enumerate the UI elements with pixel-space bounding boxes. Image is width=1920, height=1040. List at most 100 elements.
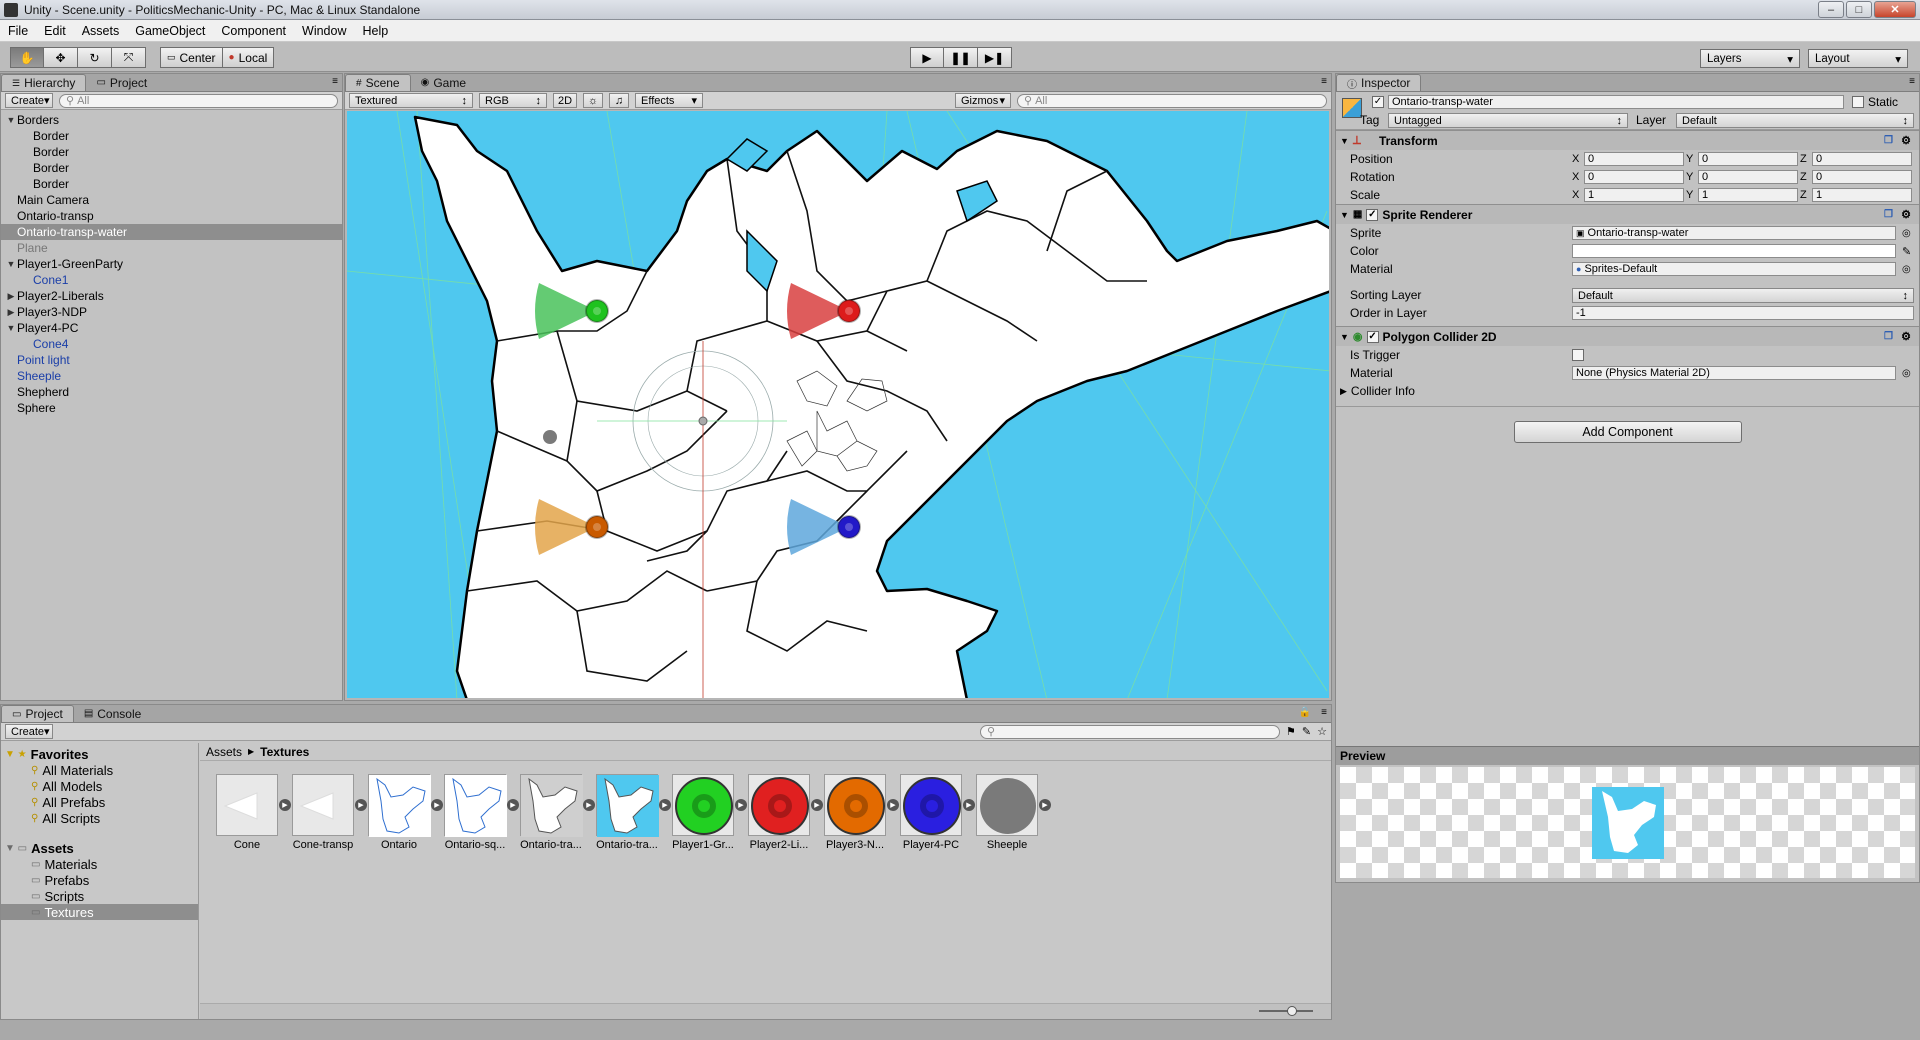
asset-item[interactable]: ▶ Player1-Gr...: [668, 774, 747, 851]
hierarchy-item[interactable]: Ontario-transp-water: [1, 224, 342, 240]
sorting-layer-dropdown[interactable]: Default ↕: [1572, 288, 1914, 303]
sprite-renderer-header[interactable]: ▼ ▦ ✓ Sprite Renderer ❐ ⚙: [1336, 204, 1919, 224]
static-checkbox[interactable]: [1852, 96, 1864, 108]
hierarchy-item[interactable]: Border: [1, 128, 342, 144]
asset-item[interactable]: ▶ Ontario: [364, 774, 443, 851]
panel-menu-icon[interactable]: ≡: [1909, 76, 1915, 87]
asset-item[interactable]: ▶ Player3-N...: [820, 774, 899, 851]
tab-console[interactable]: ▤ Console: [74, 705, 151, 722]
tab-project[interactable]: ▭ Project: [1, 705, 74, 722]
menu-gameobject[interactable]: GameObject: [127, 24, 213, 38]
add-component-button[interactable]: Add Component: [1513, 421, 1742, 443]
menu-edit[interactable]: Edit: [36, 24, 74, 38]
hierarchy-item[interactable]: ▼ Player4-PC: [1, 320, 342, 336]
thumbnail-size-slider[interactable]: [1259, 1006, 1313, 1016]
play-button[interactable]: ▶: [910, 47, 944, 68]
transform-z-field[interactable]: 1: [1812, 188, 1912, 202]
hand-tool-button[interactable]: ✋: [10, 47, 44, 68]
transform-y-field[interactable]: 1: [1698, 188, 1798, 202]
effects-dropdown[interactable]: Effects ▾: [635, 93, 703, 108]
color-swatch[interactable]: [1572, 244, 1896, 258]
transform-x-field[interactable]: 0: [1584, 152, 1684, 166]
breadcrumb-assets[interactable]: Assets: [206, 745, 242, 759]
minimize-button[interactable]: –: [1818, 1, 1844, 18]
material-field[interactable]: ● Sprites-Default: [1572, 262, 1896, 276]
sprite-field[interactable]: ▣ Ontario-transp-water: [1572, 226, 1896, 240]
active-checkbox[interactable]: ✓: [1372, 96, 1384, 108]
hierarchy-item[interactable]: Shepherd: [1, 384, 342, 400]
hierarchy-search-input[interactable]: ⚲ All: [59, 93, 338, 108]
fold-arrow-icon[interactable]: ▶: [5, 291, 17, 302]
object-name-field[interactable]: Ontario-transp-water: [1388, 95, 1844, 109]
collider-info-foldout[interactable]: ▶ Collider Info: [1336, 382, 1919, 400]
favorite-star-icon[interactable]: ☆: [1317, 725, 1327, 738]
favorites-folder[interactable]: ▼ ★ Favorites: [1, 746, 198, 762]
assets-folder[interactable]: ▼ ▭ Assets: [1, 840, 198, 856]
order-in-layer-field[interactable]: -1: [1572, 306, 1914, 320]
step-button[interactable]: ▶❚: [978, 47, 1012, 68]
project-folder-item[interactable]: ▭ Scripts: [1, 888, 198, 904]
mode-2d-toggle[interactable]: 2D: [553, 93, 577, 108]
asset-item[interactable]: ▶ Player4-PC: [896, 774, 975, 851]
hierarchy-item[interactable]: Border: [1, 144, 342, 160]
help-icon[interactable]: ❐: [1884, 209, 1893, 220]
pivot-space-button[interactable]: ● Local: [222, 47, 275, 68]
transform-x-field[interactable]: 1: [1584, 188, 1684, 202]
project-folder-item[interactable]: ▭ Materials: [1, 856, 198, 872]
fold-arrow-icon[interactable]: ▶: [5, 307, 17, 318]
hierarchy-item[interactable]: ▼ Borders: [1, 112, 342, 128]
tab-game[interactable]: ◉ Game: [411, 74, 476, 91]
rotate-tool-button[interactable]: ↻: [78, 47, 112, 68]
favorite-search-item[interactable]: ⚲ All Models: [1, 778, 198, 794]
project-create-dropdown[interactable]: Create ▾: [5, 724, 53, 739]
pivot-gizmo[interactable]: [698, 416, 708, 426]
expand-sprite-icon[interactable]: ▶: [1039, 799, 1051, 811]
hierarchy-item[interactable]: Sphere: [1, 400, 342, 416]
sheeple-marker[interactable]: [543, 430, 557, 444]
pivot-center-button[interactable]: ▭ Center: [160, 47, 223, 68]
slider-handle[interactable]: [1287, 1006, 1297, 1016]
menu-window[interactable]: Window: [294, 24, 354, 38]
asset-item[interactable]: ▶ Ontario-tra...: [592, 774, 671, 851]
close-button[interactable]: ✕: [1874, 1, 1916, 18]
hierarchy-item[interactable]: Point light: [1, 352, 342, 368]
help-icon[interactable]: ❐: [1884, 331, 1893, 342]
hierarchy-item[interactable]: Cone1: [1, 272, 342, 288]
tab-project-top[interactable]: ▭ Project: [86, 74, 157, 91]
hierarchy-item[interactable]: Ontario-transp: [1, 208, 342, 224]
hierarchy-item[interactable]: Border: [1, 176, 342, 192]
scene-viewport[interactable]: [347, 111, 1329, 698]
fold-arrow-icon[interactable]: ▼: [5, 259, 17, 269]
scale-tool-button[interactable]: ⤧: [112, 47, 146, 68]
polygon-collider-header[interactable]: ▼ ◉ ✓ Polygon Collider 2D ❐ ⚙: [1336, 326, 1919, 346]
layers-dropdown[interactable]: Layers ▾: [1700, 49, 1800, 68]
object-picker-icon[interactable]: ◎: [1902, 264, 1911, 275]
gear-icon[interactable]: ⚙: [1901, 134, 1911, 147]
transform-x-field[interactable]: 0: [1584, 170, 1684, 184]
panel-menu-icon[interactable]: ≡: [1321, 76, 1327, 87]
hierarchy-item[interactable]: Border: [1, 160, 342, 176]
hierarchy-create-dropdown[interactable]: Create ▾: [5, 93, 53, 108]
hierarchy-item[interactable]: ▼ Player1-GreenParty: [1, 256, 342, 272]
transform-y-field[interactable]: 0: [1698, 152, 1798, 166]
fold-arrow-icon[interactable]: ▼: [5, 115, 17, 125]
menu-assets[interactable]: Assets: [74, 24, 128, 38]
fold-arrow-icon[interactable]: ▼: [5, 323, 17, 333]
gear-icon[interactable]: ⚙: [1901, 330, 1911, 343]
favorite-search-item[interactable]: ⚲ All Prefabs: [1, 794, 198, 810]
hierarchy-item[interactable]: ▶ Player3-NDP: [1, 304, 342, 320]
layout-dropdown[interactable]: Layout ▾: [1808, 49, 1908, 68]
breadcrumb-textures[interactable]: Textures: [260, 745, 309, 759]
menu-file[interactable]: File: [0, 24, 36, 38]
hierarchy-item[interactable]: ▶ Player2-Liberals: [1, 288, 342, 304]
panel-menu-icon[interactable]: ≡: [1321, 707, 1327, 718]
pause-button[interactable]: ❚❚: [944, 47, 978, 68]
object-picker-icon[interactable]: ◎: [1902, 368, 1911, 379]
project-search-input[interactable]: ⚲: [980, 724, 1281, 739]
transform-z-field[interactable]: 0: [1812, 170, 1912, 184]
lighting-toggle[interactable]: ☼: [583, 93, 603, 108]
scene-search-input[interactable]: ⚲ All: [1017, 93, 1327, 108]
asset-item[interactable]: ▶ Ontario-sq...: [440, 774, 519, 851]
move-tool-button[interactable]: ✥: [44, 47, 78, 68]
panel-menu-icon[interactable]: ≡: [332, 76, 338, 87]
